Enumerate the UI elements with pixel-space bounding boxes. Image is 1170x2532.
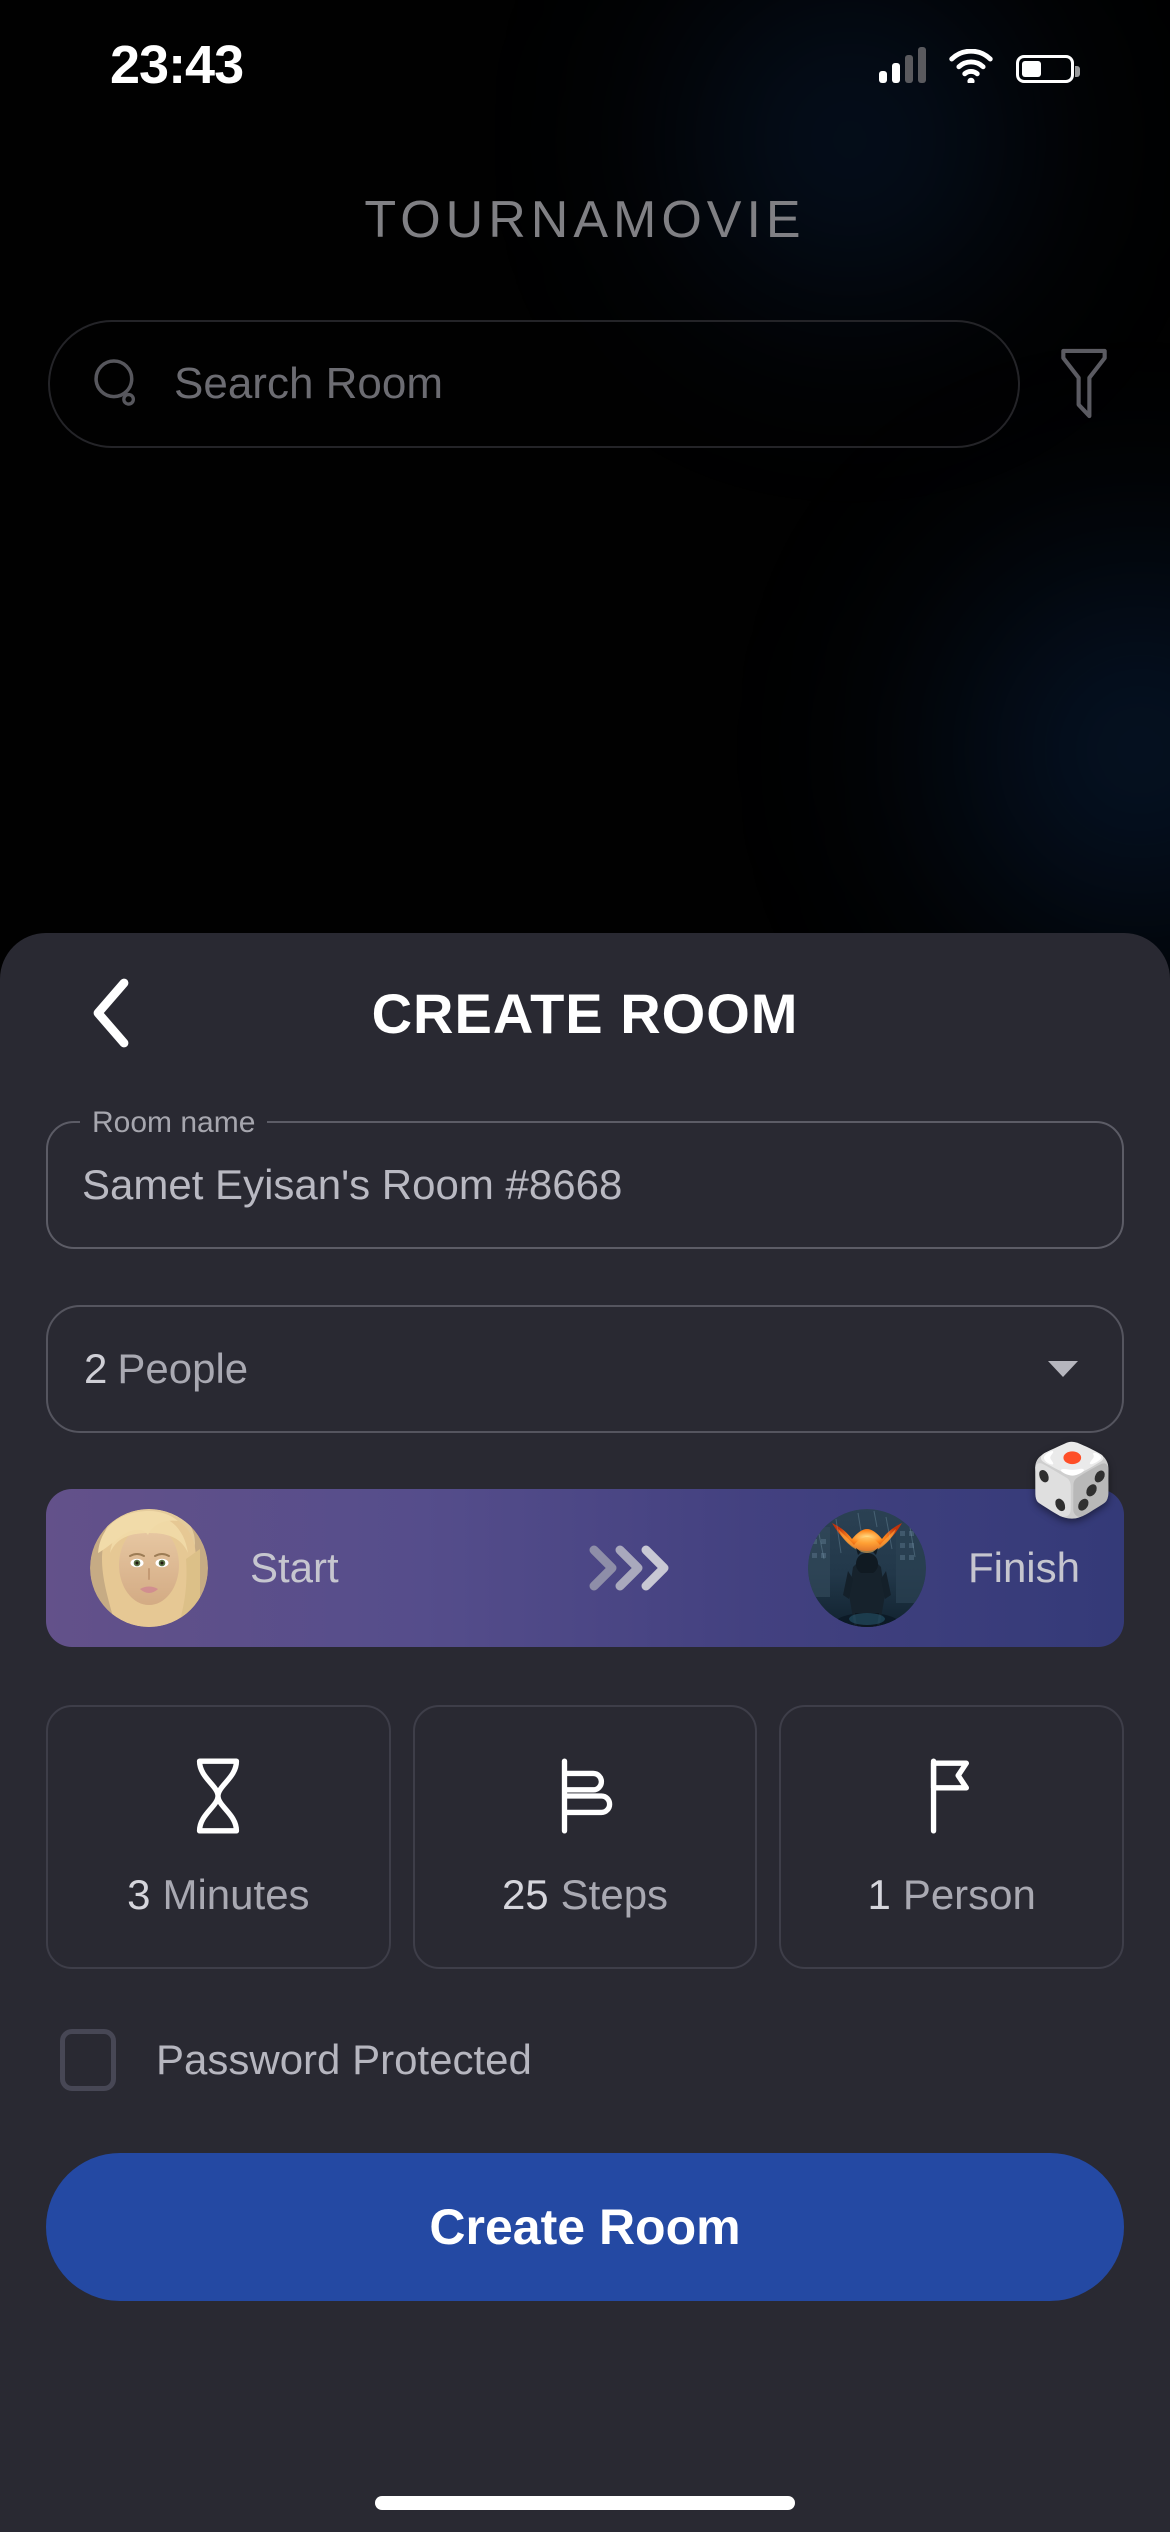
steps-value: 25 (501, 1871, 549, 1918)
stat-cards: 3 Minutes 25 Steps 1 Person (46, 1705, 1125, 1969)
steps-unit: Steps (560, 1871, 669, 1918)
password-protected-label: Password Protected (156, 2036, 532, 2083)
create-room-sheet: CREATE ROOM Room name Samet Eyisan's Roo… (0, 933, 1170, 2532)
status-icons (879, 47, 1080, 83)
phone-screen: 23:43 TOURNAMOVIE Search Room CREATE ROO… (0, 0, 1170, 2532)
sheet-header: CREATE ROOM (0, 933, 1170, 1093)
match-banner-wrap: Start Finish 🎲 (46, 1445, 1124, 1647)
room-name-field[interactable]: Room name Samet Eyisan's Room #8668 (46, 1106, 1124, 1249)
flag-icon (930, 1758, 969, 1834)
wifi-icon (949, 49, 993, 83)
duration-stat-card[interactable]: 3 Minutes (46, 1705, 391, 1969)
capacity-count: 2 (84, 1345, 108, 1392)
room-name-value: Samet Eyisan's Room #8668 (82, 1161, 623, 1208)
caret-down-icon[interactable] (1048, 1361, 1078, 1377)
duration-stat-text: 3 Minutes (127, 1871, 309, 1919)
search-icon (94, 359, 136, 406)
capacity-unit: People (117, 1345, 249, 1392)
status-bar: 23:43 (0, 0, 1170, 130)
person-value: 1 (867, 1871, 891, 1918)
steps-stat-card[interactable]: 25 Steps (412, 1705, 758, 1969)
home-indicator-bar (375, 2496, 795, 2510)
capacity-value: 2 People (84, 1345, 248, 1393)
steps-stat-text: 25 Steps (502, 1871, 668, 1919)
cellular-bars-icon (879, 47, 926, 83)
room-name-label: Room name (80, 1106, 268, 1140)
steps-chart-icon (561, 1758, 613, 1834)
create-room-button[interactable]: Create Room (46, 2153, 1124, 2301)
battery-icon (1016, 55, 1080, 83)
search-placeholder: Search Room (174, 359, 444, 408)
person-unit: Person (902, 1871, 1036, 1918)
page-title: TOURNAMOVIE (364, 191, 806, 249)
dark-knight-poster-avatar (807, 1509, 926, 1627)
chevron-triple-right-icon (586, 1542, 678, 1594)
sheet-title: CREATE ROOM (371, 981, 799, 1045)
actress-portrait-avatar (90, 1509, 208, 1627)
finish-label: Finish (967, 1544, 1080, 1591)
chevron-left-icon (93, 978, 129, 1048)
match-banner[interactable]: Start Finish (46, 1489, 1124, 1647)
duration-value: 3 (127, 1871, 151, 1918)
dice-icon[interactable]: 🎲 (1029, 1445, 1116, 1515)
person-stat-text: 1 Person (867, 1871, 1035, 1919)
start-label: Start (250, 1544, 339, 1591)
back-button[interactable] (72, 973, 152, 1053)
sheet-body: Room name Samet Eyisan's Room #8668 2 Peo… (0, 1106, 1170, 2301)
duration-unit: Minutes (162, 1871, 310, 1918)
search-row: Search Room (48, 320, 1122, 448)
filter-funnel-icon[interactable] (1046, 338, 1122, 430)
password-protected-row[interactable]: Password Protected (46, 2029, 1124, 2091)
hourglass-icon (197, 1758, 240, 1834)
person-stat-card[interactable]: 1 Person (779, 1705, 1125, 1969)
checkbox-unchecked-icon[interactable] (60, 2029, 116, 2091)
search-input[interactable]: Search Room (48, 320, 1020, 448)
capacity-select[interactable]: 2 People (46, 1305, 1124, 1433)
status-time: 23:43 (110, 35, 244, 95)
